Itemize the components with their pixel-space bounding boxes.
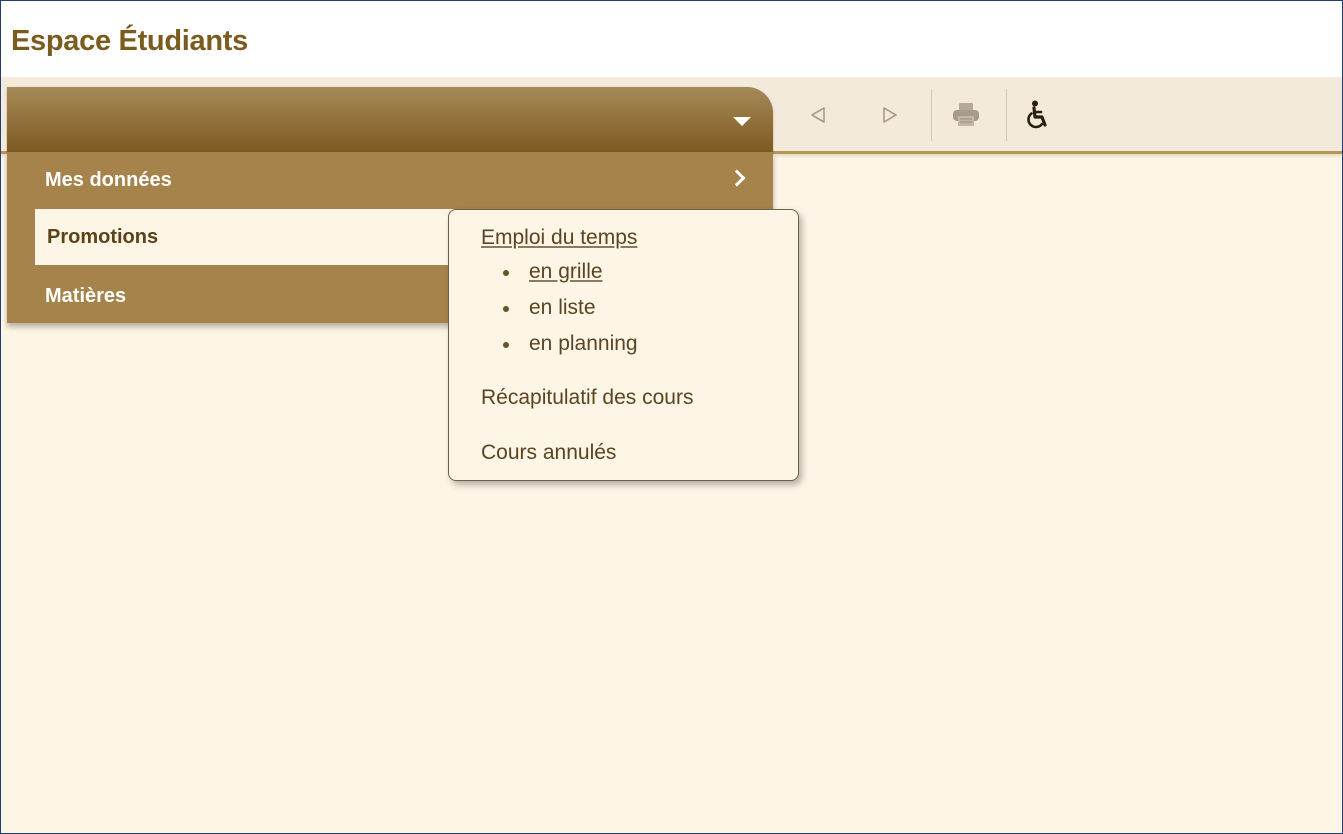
promotions-submenu: Emploi du temps en grille en liste en pl…: [448, 209, 799, 481]
view-label: en grille: [529, 260, 603, 283]
next-button[interactable]: [874, 95, 906, 135]
triangle-right-icon: [883, 107, 897, 123]
recapitulatif-cours-link[interactable]: Récapitulatif des cours: [481, 386, 693, 410]
view-en-planning-link[interactable]: en planning: [501, 330, 638, 366]
bullet-icon: [503, 342, 509, 348]
menu-item-mes-donnees[interactable]: Mes données: [7, 152, 773, 208]
menu-item-label: Promotions: [47, 226, 159, 248]
view-en-liste-link[interactable]: en liste: [501, 294, 638, 330]
menu-item-label: Matières: [45, 285, 127, 307]
view-label: en liste: [529, 296, 596, 319]
bullet-icon: [503, 306, 509, 312]
accessibility-icon: [1027, 100, 1047, 129]
toolbar-separator: [931, 89, 932, 141]
print-button[interactable]: [950, 95, 982, 135]
emploi-du-temps-link[interactable]: Emploi du temps: [481, 226, 637, 250]
previous-button[interactable]: [802, 95, 834, 135]
cours-annules-link[interactable]: Cours annulés: [481, 441, 616, 465]
triangle-left-icon: [811, 107, 825, 123]
app-title: Espace Étudiants: [11, 25, 248, 57]
timetable-view-list: en grille en liste en planning: [501, 258, 638, 366]
app-frame: Espace Étudiants Mes données Promotions …: [0, 0, 1343, 834]
view-en-grille-link[interactable]: en grille: [501, 258, 638, 294]
page-header: Espace Étudiants: [1, 1, 1342, 77]
caret-down-icon: [733, 117, 751, 126]
toolbar-separator: [1006, 89, 1007, 141]
printer-icon: [953, 103, 979, 126]
menu-item-label: Mes données: [45, 169, 172, 191]
chevron-right-icon: [728, 169, 746, 187]
menu-toggle[interactable]: [7, 87, 773, 152]
view-label: en planning: [529, 332, 638, 355]
accessibility-button[interactable]: [1022, 95, 1054, 135]
bullet-icon: [503, 270, 509, 276]
